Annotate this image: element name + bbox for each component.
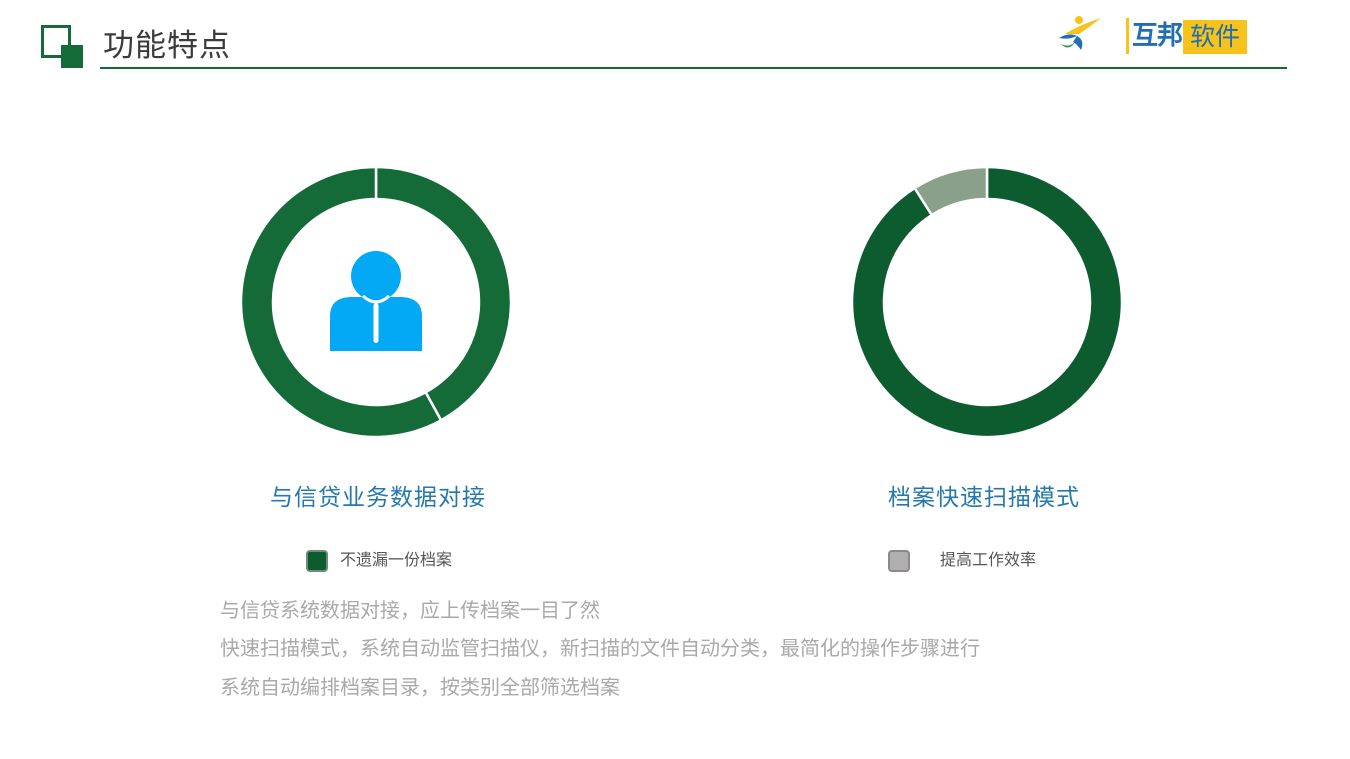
header-divider	[100, 67, 1287, 69]
header-decoration-filled-square	[61, 45, 83, 68]
donut-slice-1-0	[851, 166, 1123, 438]
logo-text-secondary: 软件	[1183, 20, 1247, 54]
chart-title-data-integration: 与信贷业务数据对接	[270, 485, 486, 511]
legend-label-efficiency: 提高工作效率	[940, 550, 1037, 569]
legend-label-no-missing-file: 不遗漏一份档案	[340, 550, 453, 569]
logo-figure-icon	[1059, 16, 1101, 50]
legend-swatch-gray	[888, 550, 910, 572]
logo-text-primary: 互邦	[1132, 21, 1183, 51]
legend-swatch-dark-green	[306, 550, 328, 572]
description-line-1: 与信贷系统数据对接，应上传档案一目了然	[220, 598, 600, 622]
person-icon	[330, 251, 422, 351]
page-title: 功能特点	[103, 28, 231, 64]
donut-chart-fast-scan	[851, 166, 1123, 438]
description-line-3: 系统自动编排档案目录，按类别全部筛选档案	[220, 675, 620, 699]
chart-title-fast-scan: 档案快速扫描模式	[888, 485, 1080, 511]
logo-accent-bar	[1126, 18, 1129, 54]
description-line-2: 快速扫描模式，系统自动监管扫描仪，新扫描的文件自动分类，最简化的操作步骤进行	[220, 636, 980, 660]
